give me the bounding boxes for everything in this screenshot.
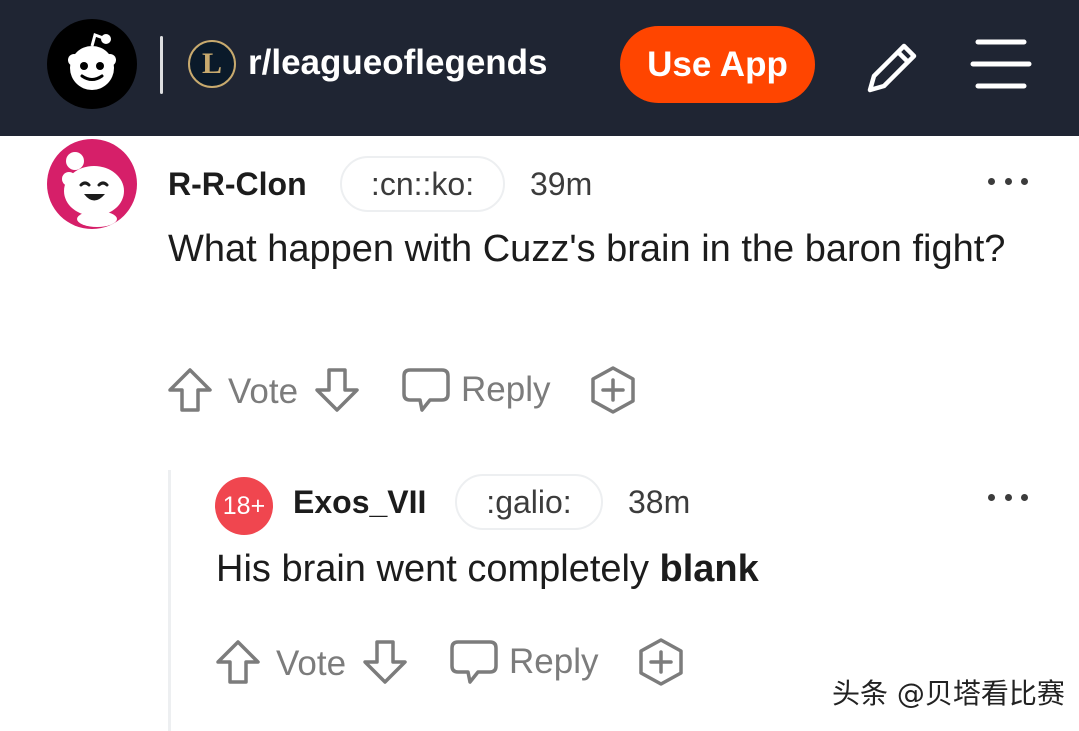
- league-of-legends-icon[interactable]: L: [188, 40, 236, 88]
- user-flair: :cn::ko:: [340, 156, 505, 212]
- reddit-logo-icon[interactable]: [47, 19, 137, 109]
- downvote-icon[interactable]: [313, 366, 361, 414]
- more-options-icon[interactable]: [988, 491, 1028, 503]
- comment-timestamp: 38m: [628, 484, 691, 520]
- comment-timestamp: 39m: [530, 166, 593, 202]
- thread-line[interactable]: [168, 470, 171, 731]
- award-icon[interactable]: [637, 637, 685, 687]
- vote-label: Vote: [228, 372, 299, 411]
- upvote-icon[interactable]: [214, 638, 262, 686]
- reply-button[interactable]: Reply: [509, 640, 598, 684]
- subreddit-icon-letter: L: [201, 47, 222, 80]
- upvote-icon[interactable]: [166, 366, 214, 414]
- reply-icon[interactable]: [400, 366, 452, 414]
- user-flair: :galio:: [455, 474, 603, 530]
- top-bar: L r/leagueoflegends Use App: [0, 0, 1079, 136]
- hamburger-menu-icon[interactable]: [970, 38, 1032, 90]
- comment-username[interactable]: Exos_VII: [293, 482, 426, 522]
- watermark: 头条 @贝塔看比赛: [832, 677, 1065, 710]
- nsfw-badge: 18+: [215, 477, 273, 535]
- comment-body: His brain went completely blank: [216, 545, 1016, 593]
- subreddit-name[interactable]: r/leagueoflegends: [248, 40, 548, 86]
- header-divider: [160, 36, 163, 94]
- downvote-icon[interactable]: [361, 638, 409, 686]
- avatar[interactable]: [47, 139, 137, 229]
- reply-icon[interactable]: [448, 638, 500, 686]
- award-icon[interactable]: [589, 365, 637, 415]
- reply-button[interactable]: Reply: [461, 368, 550, 412]
- vote-label: Vote: [276, 644, 347, 683]
- comment-body-text: His brain went completely: [216, 548, 660, 590]
- more-options-icon[interactable]: [988, 175, 1028, 187]
- use-app-button[interactable]: Use App: [620, 26, 815, 103]
- pencil-icon[interactable]: [862, 36, 924, 98]
- comment-body-bold: blank: [659, 548, 759, 590]
- comment-username[interactable]: R-R-Clon: [168, 164, 307, 204]
- comment-body: What happen with Cuzz's brain in the bar…: [168, 228, 1006, 270]
